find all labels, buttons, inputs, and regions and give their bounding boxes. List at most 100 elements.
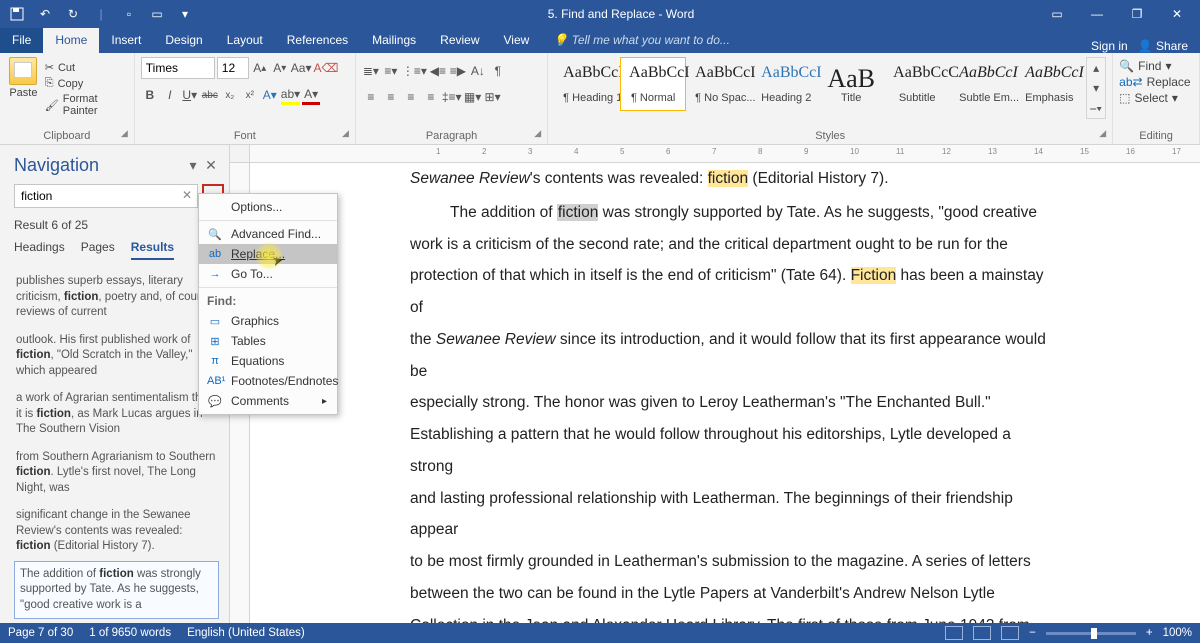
nav-result-item[interactable]: a work of Agrarian sentimentalism than i… [14,385,219,444]
tab-mailings[interactable]: Mailings [360,28,428,53]
nav-result-item[interactable]: publishes superb essays, literary critic… [14,268,219,327]
read-mode-icon[interactable] [945,626,963,640]
ribbon-display-icon[interactable]: ▭ [1040,2,1074,26]
status-language[interactable]: English (United States) [187,627,305,639]
decrease-indent-icon[interactable]: ◀≡ [429,61,447,81]
find-button[interactable]: 🔍Find ▾ [1119,59,1190,73]
nav-result-item[interactable]: significant change in the Sewanee Review… [14,502,219,561]
close-icon[interactable]: ✕ [1160,2,1194,26]
document-canvas[interactable]: Sewanee Review's contents was revealed: … [230,163,1200,623]
tab-insert[interactable]: Insert [99,28,153,53]
grow-font-icon[interactable]: A▴ [251,58,269,78]
style-tile[interactable]: AaBbCcCSubtitle [884,57,950,111]
style-tile[interactable]: AaBbCcI¶ Heading 1 [554,57,620,111]
ruler-horizontal[interactable]: 123456789101112131415161718 [250,145,1200,163]
italic-icon[interactable]: I [161,85,179,105]
nav-dropdown-icon[interactable]: ▾ [185,157,201,174]
justify-icon[interactable]: ≡ [422,87,440,107]
shading-icon[interactable]: ▦▾ [464,87,482,107]
cut-button[interactable]: ✂Cut [45,61,128,74]
nav-search-clear-icon[interactable]: ✕ [182,188,192,202]
superscript-icon[interactable]: x² [241,85,259,105]
font-color-icon[interactable]: A▾ [302,85,320,105]
menu-equations[interactable]: πEquations [199,351,337,371]
paste-icon[interactable] [9,57,37,85]
menu-replace[interactable]: abReplace...➤ [199,244,337,264]
print-layout-icon[interactable] [973,626,991,640]
restore-icon[interactable]: ❐ [1120,2,1154,26]
nav-close-icon[interactable]: ✕ [203,157,219,174]
tell-me-input[interactable]: 💡 Tell me what you want to do... [541,28,742,53]
style-tile[interactable]: AaBbCcI¶ Normal [620,57,686,111]
tab-file[interactable]: File [0,28,43,53]
multilevel-icon[interactable]: ⋮≡▾ [402,61,427,81]
tab-layout[interactable]: Layout [215,28,275,53]
status-page[interactable]: Page 7 of 30 [8,627,73,639]
shrink-font-icon[interactable]: A▾ [271,58,289,78]
underline-icon[interactable]: U▾ [181,85,199,105]
tab-review[interactable]: Review [428,28,491,53]
bullets-icon[interactable]: ≣▾ [362,61,380,81]
style-tile[interactable]: AaBbCcI¶ No Spac... [686,57,752,111]
show-marks-icon[interactable]: ¶ [489,61,507,81]
zoom-in-icon[interactable]: + [1146,627,1153,639]
nav-tab-results[interactable]: Results [131,240,174,260]
qa-custom-icon[interactable]: ▾ [172,2,198,26]
menu-advanced-find[interactable]: 🔍Advanced Find... [199,224,337,244]
nav-tab-headings[interactable]: Headings [14,240,65,260]
select-button[interactable]: ⬚Select ▾ [1119,91,1190,105]
strike-icon[interactable]: abc [201,85,219,105]
share-button[interactable]: 👤 Share [1138,39,1188,53]
nav-tab-pages[interactable]: Pages [81,240,115,260]
subscript-icon[interactable]: x₂ [221,85,239,105]
highlight-icon[interactable]: ab▾ [281,85,300,105]
zoom-level[interactable]: 100% [1163,627,1192,639]
zoom-slider[interactable] [1046,632,1136,635]
style-tile[interactable]: AaBbCcIEmphasis [1016,57,1082,111]
menu-comments[interactable]: 💬Comments▸ [199,391,337,411]
redo-icon[interactable]: ↻ [60,2,86,26]
minimize-icon[interactable]: — [1080,2,1114,26]
paste-button[interactable]: Paste [9,87,37,99]
font-size-select[interactable] [217,57,249,79]
undo-icon[interactable]: ↶ [32,2,58,26]
paragraph-dialog-icon[interactable]: ◢ [534,128,541,139]
menu-footnotes[interactable]: AB¹Footnotes/Endnotes [199,371,337,391]
text-effects-icon[interactable]: A▾ [261,85,279,105]
nav-result-item[interactable]: The addition of fiction was strongly sup… [14,561,219,619]
replace-button[interactable]: ab⇄Replace [1119,75,1190,89]
styles-scroll-up-icon[interactable]: ▴ [1087,58,1105,78]
align-right-icon[interactable]: ≡ [402,87,420,107]
zoom-out-icon[interactable]: − [1029,627,1036,639]
tab-design[interactable]: Design [153,28,214,53]
open-icon[interactable]: ▭ [144,2,170,26]
tab-home[interactable]: Home [43,28,99,53]
tab-view[interactable]: View [492,28,542,53]
menu-tables[interactable]: ⊞Tables [199,331,337,351]
copy-button[interactable]: ⎘Copy [45,77,128,90]
format-painter-button[interactable]: 🖌Format Painter [45,93,128,117]
numbering-icon[interactable]: ≡▾ [382,61,400,81]
style-tile[interactable]: AaBbCcIHeading 2 [752,57,818,111]
change-case-icon[interactable]: Aa▾ [291,58,312,78]
nav-result-item[interactable]: outlook. His first published work of fic… [14,327,219,386]
borders-icon[interactable]: ⊞▾ [484,87,502,107]
style-tile[interactable]: AaBTitle [818,57,884,111]
clear-format-icon[interactable]: A⌫ [313,58,338,78]
new-icon[interactable]: ▫ [116,2,142,26]
font-dialog-icon[interactable]: ◢ [342,128,349,139]
bold-icon[interactable]: B [141,85,159,105]
nav-result-item[interactable]: from Southern Agrarianism to Southern fi… [14,444,219,503]
sign-in-link[interactable]: Sign in [1091,39,1128,53]
styles-scroll-down-icon[interactable]: ▾ [1087,78,1105,98]
tab-references[interactable]: References [275,28,360,53]
styles-more-icon[interactable]: ⎯▾ [1087,98,1105,118]
increase-indent-icon[interactable]: ≡▶ [449,61,467,81]
line-spacing-icon[interactable]: ‡≡▾ [442,87,462,107]
sort-icon[interactable]: A↓ [469,61,487,81]
status-words[interactable]: 1 of 9650 words [89,627,171,639]
clipboard-dialog-icon[interactable]: ◢ [121,128,128,139]
style-tile[interactable]: AaBbCcISubtle Em... [950,57,1016,111]
menu-graphics[interactable]: ▭Graphics [199,311,337,331]
font-name-select[interactable] [141,57,215,79]
